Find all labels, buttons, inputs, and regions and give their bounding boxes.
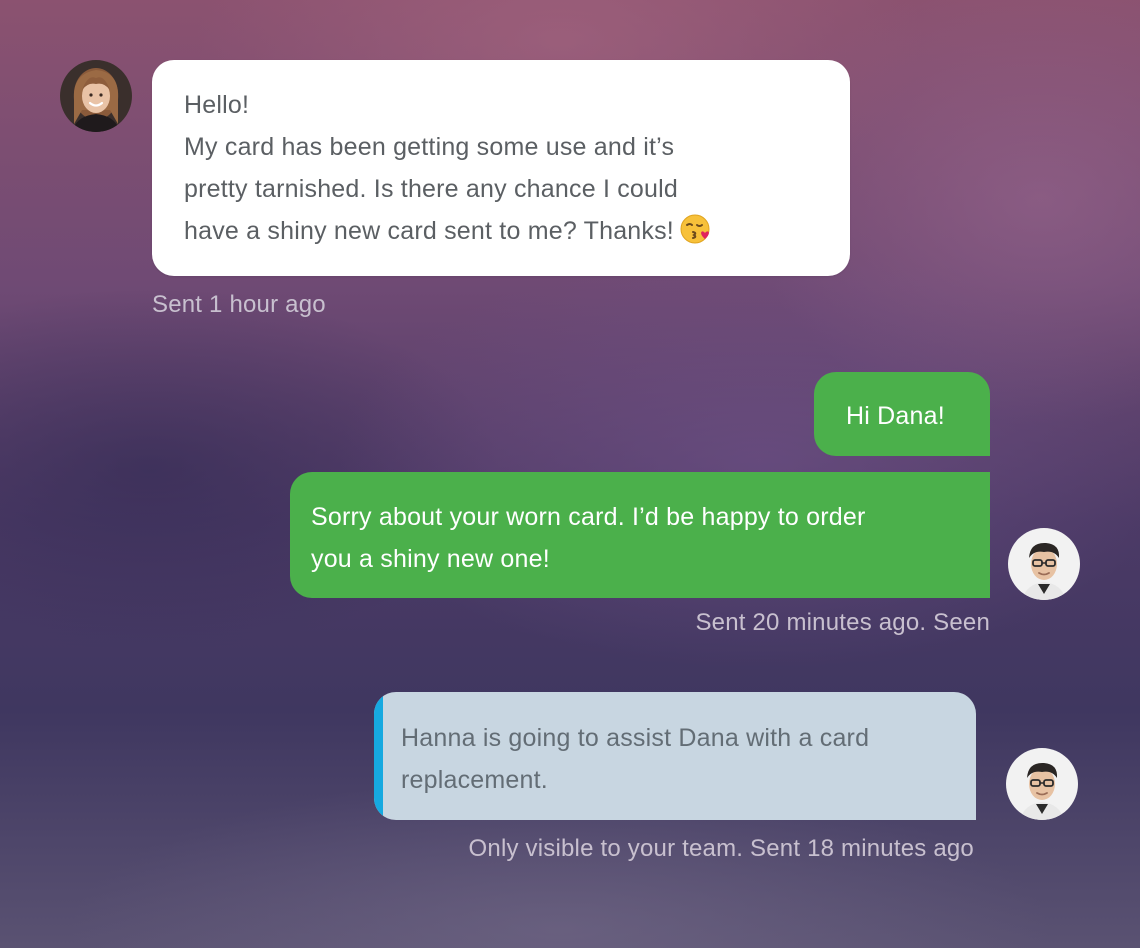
agent-avatar-image <box>1008 528 1080 600</box>
outgoing-message-text: Hi Dana! <box>846 402 945 430</box>
agent-avatar[interactable] <box>1006 748 1078 820</box>
outgoing-message-line: Sorry about your worn card. I’d be happy… <box>311 503 866 531</box>
incoming-message-line: have a shiny new card sent to me? Thanks… <box>184 217 674 245</box>
customer-avatar[interactable] <box>60 60 132 132</box>
kissing-face-emoji-icon <box>680 213 712 245</box>
internal-note-line: replacement. <box>401 766 548 794</box>
outgoing-message-line: you a shiny new one! <box>311 545 550 573</box>
internal-note-accent-bar <box>374 692 383 820</box>
incoming-message-timestamp: Sent 1 hour ago <box>152 291 326 318</box>
agent-avatar[interactable] <box>1008 528 1080 600</box>
internal-note-bubble: Hanna is going to assist Dana with a car… <box>374 692 976 820</box>
internal-note-visibility-timestamp: Only visible to your team. Sent 18 minut… <box>468 835 974 862</box>
outgoing-message-bubble: Hi Dana! <box>814 372 990 456</box>
incoming-message-line: pretty tarnished. Is there any chance I … <box>184 175 678 203</box>
incoming-message-line: My card has been getting some use and it… <box>184 133 675 161</box>
agent-avatar-image <box>1006 748 1078 820</box>
outgoing-message-bubble: Sorry about your worn card. I’d be happy… <box>290 472 990 598</box>
customer-avatar-image <box>60 60 132 132</box>
internal-note-line: Hanna is going to assist Dana with a car… <box>401 724 870 752</box>
incoming-message-bubble: Hello! My card has been getting some use… <box>152 60 850 276</box>
outgoing-message-status: Sent 20 minutes ago. Seen <box>695 609 990 636</box>
incoming-message-line-last: have a shiny new card sent to me? Thanks… <box>184 210 818 252</box>
incoming-message-line: Hello! <box>184 91 250 119</box>
